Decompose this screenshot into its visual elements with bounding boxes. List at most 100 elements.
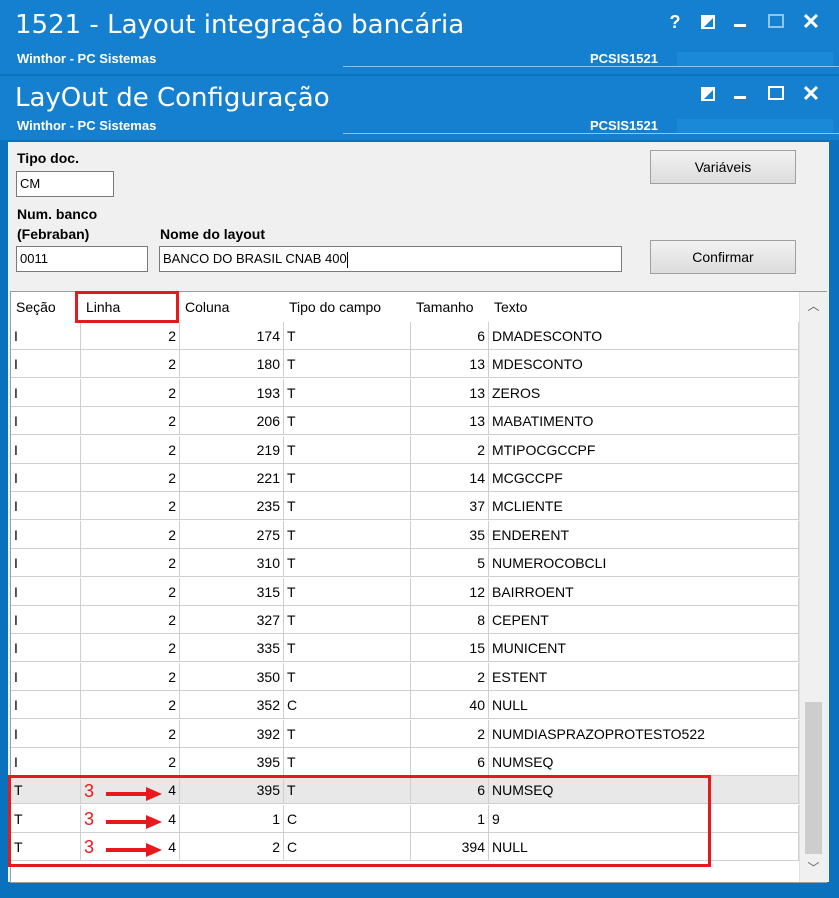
cell-secao[interactable]: I <box>11 719 81 748</box>
cell-tipo-campo[interactable]: T <box>284 407 411 436</box>
cell-linha[interactable]: 2 <box>81 662 180 691</box>
cell-tipo-campo[interactable]: T <box>284 464 411 492</box>
cell-tamanho[interactable]: 12 <box>411 577 489 606</box>
cell-texto[interactable]: DMADESCONTO <box>489 322 799 350</box>
cell-secao[interactable]: I <box>11 691 81 720</box>
cell-tamanho[interactable]: 35 <box>411 520 489 549</box>
cell-linha[interactable]: 2 <box>81 322 180 350</box>
cell-tipo-campo[interactable]: T <box>284 662 411 691</box>
cell-linha[interactable]: 2 <box>81 549 180 578</box>
table-row[interactable]: I 2 275 T 35 ENDERENT <box>11 520 799 549</box>
table-row[interactable]: I 2 206 T 13 MABATIMENTO <box>11 407 799 436</box>
cell-tipo-campo[interactable]: T <box>284 549 411 578</box>
variaveis-button[interactable]: Variáveis <box>650 150 796 184</box>
minimize-button[interactable] <box>734 96 746 99</box>
cell-texto[interactable]: NULL <box>489 691 799 720</box>
cell-coluna[interactable]: 350 <box>180 662 284 691</box>
confirmar-button[interactable]: Confirmar <box>650 240 796 274</box>
cell-coluna[interactable]: 327 <box>180 606 284 634</box>
cell-tipo-campo[interactable]: T <box>284 748 411 776</box>
cell-tamanho[interactable]: 2 <box>411 662 489 691</box>
cell-tipo-campo[interactable]: C <box>284 691 411 720</box>
cell-linha[interactable]: 2 <box>81 492 180 521</box>
cell-linha[interactable]: 2 <box>81 577 180 606</box>
table-row[interactable]: I 2 392 T 2 NUMDIASPRAZOPROTESTO522 <box>11 719 799 748</box>
table-row[interactable]: I 2 219 T 2 MTIPOCGCCPF <box>11 435 799 464</box>
cell-tipo-campo[interactable]: T <box>284 378 411 407</box>
cell-secao[interactable]: I <box>11 322 81 350</box>
cell-coluna[interactable]: 174 <box>180 322 284 350</box>
cell-linha[interactable]: 2 <box>81 464 180 492</box>
restore-button[interactable] <box>700 86 716 102</box>
cell-texto[interactable]: CEPENT <box>489 606 799 634</box>
table-row[interactable]: I 2 335 T 15 MUNICENT <box>11 634 799 663</box>
cell-tamanho[interactable]: 13 <box>411 378 489 407</box>
cell-coluna[interactable]: 180 <box>180 350 284 379</box>
cell-tipo-campo[interactable]: T <box>284 577 411 606</box>
cell-coluna[interactable]: 335 <box>180 634 284 663</box>
cell-tipo-campo[interactable]: T <box>284 634 411 663</box>
cell-secao[interactable]: I <box>11 606 81 634</box>
scroll-down-icon[interactable]: ﹀ <box>800 858 827 878</box>
vertical-scrollbar[interactable]: ︿ ﹀ <box>799 292 827 882</box>
table-row[interactable]: I 2 315 T 12 BAIRROENT <box>11 577 799 606</box>
cell-linha[interactable]: 2 <box>81 748 180 776</box>
cell-coluna[interactable]: 206 <box>180 407 284 436</box>
cell-tipo-campo[interactable]: T <box>284 719 411 748</box>
cell-texto[interactable]: NUMDIASPRAZOPROTESTO522 <box>489 719 799 748</box>
close-button[interactable]: ✕ <box>800 82 822 106</box>
cell-secao[interactable]: I <box>11 549 81 578</box>
cell-tamanho[interactable]: 37 <box>411 492 489 521</box>
cell-texto[interactable]: NUMEROCOBCLI <box>489 549 799 578</box>
cell-tamanho[interactable]: 40 <box>411 691 489 720</box>
cell-texto[interactable]: MCLIENTE <box>489 492 799 521</box>
cell-tipo-campo[interactable]: T <box>284 435 411 464</box>
cell-tipo-campo[interactable]: T <box>284 520 411 549</box>
tipo-doc-field[interactable]: CM <box>16 171 114 197</box>
cell-tipo-campo[interactable]: T <box>284 606 411 634</box>
cell-secao[interactable]: I <box>11 492 81 521</box>
column-header-tipo-campo[interactable]: Tipo do campo <box>284 292 411 322</box>
cell-coluna[interactable]: 310 <box>180 549 284 578</box>
num-banco-field[interactable]: 0011 <box>16 246 148 272</box>
help-button[interactable]: ? <box>666 10 684 34</box>
cell-linha[interactable]: 2 <box>81 719 180 748</box>
table-row[interactable]: I 2 327 T 8 CEPENT <box>11 606 799 634</box>
scroll-up-icon[interactable]: ︿ <box>800 296 827 316</box>
cell-secao[interactable]: I <box>11 748 81 776</box>
scrollbar-thumb[interactable] <box>805 702 822 854</box>
cell-tamanho[interactable]: 13 <box>411 350 489 379</box>
cell-texto[interactable]: BAIRROENT <box>489 577 799 606</box>
table-row[interactable]: I 2 221 T 14 MCGCCPF <box>11 464 799 492</box>
cell-tamanho[interactable]: 6 <box>411 748 489 776</box>
table-row[interactable]: I 2 235 T 37 MCLIENTE <box>11 492 799 521</box>
cell-texto[interactable]: ZEROS <box>489 378 799 407</box>
cell-tamanho[interactable]: 6 <box>411 322 489 350</box>
restore-button[interactable] <box>700 14 716 30</box>
cell-secao[interactable]: I <box>11 378 81 407</box>
cell-tamanho[interactable]: 2 <box>411 435 489 464</box>
cell-tamanho[interactable]: 2 <box>411 719 489 748</box>
cell-linha[interactable]: 2 <box>81 606 180 634</box>
cell-tipo-campo[interactable]: T <box>284 350 411 379</box>
cell-tamanho[interactable]: 15 <box>411 634 489 663</box>
cell-texto[interactable]: MUNICENT <box>489 634 799 663</box>
cell-texto[interactable]: ENDERENT <box>489 520 799 549</box>
cell-linha[interactable]: 2 <box>81 378 180 407</box>
cell-tipo-campo[interactable]: T <box>284 322 411 350</box>
cell-linha[interactable]: 2 <box>81 407 180 436</box>
cell-texto[interactable]: ESTENT <box>489 662 799 691</box>
column-header-secao[interactable]: Seção <box>11 292 81 322</box>
cell-tamanho[interactable]: 5 <box>411 549 489 578</box>
cell-tamanho[interactable]: 13 <box>411 407 489 436</box>
cell-secao[interactable]: I <box>11 435 81 464</box>
cell-tamanho[interactable]: 8 <box>411 606 489 634</box>
table-row[interactable]: I 2 180 T 13 MDESCONTO <box>11 350 799 379</box>
cell-tipo-campo[interactable]: T <box>284 492 411 521</box>
cell-linha[interactable]: 2 <box>81 634 180 663</box>
cell-coluna[interactable]: 193 <box>180 378 284 407</box>
cell-coluna[interactable]: 275 <box>180 520 284 549</box>
table-row[interactable]: I 2 395 T 6 NUMSEQ <box>11 748 799 776</box>
table-row[interactable]: I 2 352 C 40 NULL <box>11 691 799 720</box>
column-header-texto[interactable]: Texto <box>489 292 799 322</box>
